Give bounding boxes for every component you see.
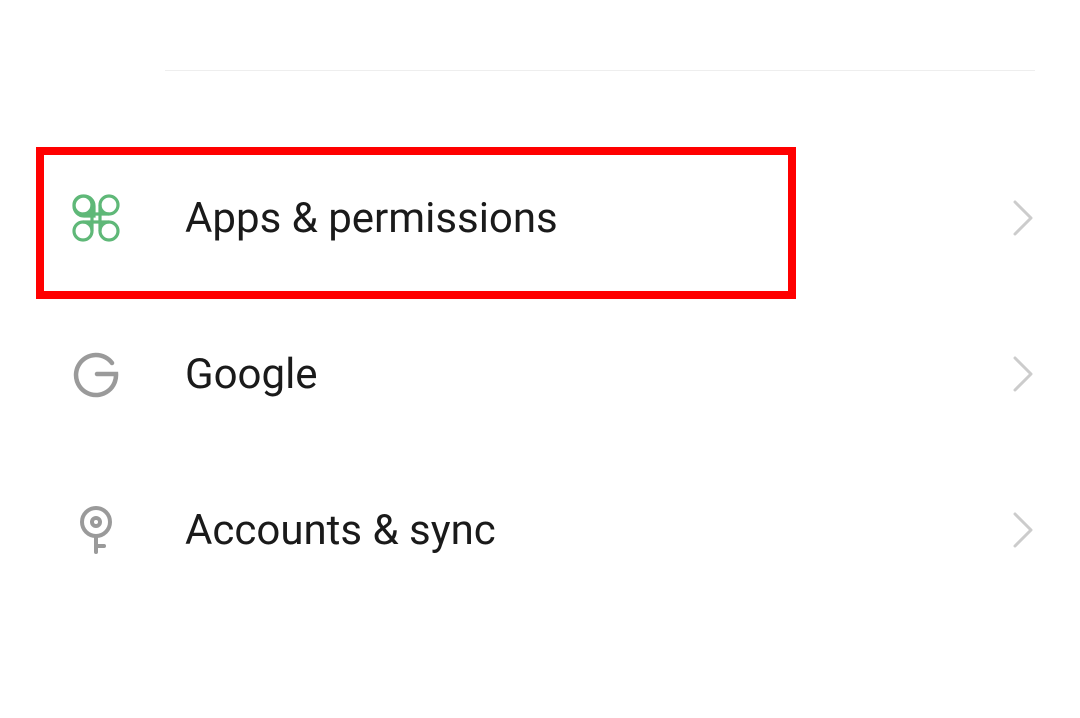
chevron-right-icon	[1011, 354, 1035, 394]
chevron-right-icon	[1011, 198, 1035, 238]
key-icon	[70, 504, 122, 556]
divider	[165, 70, 1035, 71]
settings-item-label: Accounts & sync	[185, 506, 1011, 555]
command-icon	[70, 192, 122, 244]
settings-item-apps-permissions[interactable]: Apps & permissions	[0, 140, 1080, 296]
settings-item-label: Google	[185, 350, 1011, 399]
settings-item-google[interactable]: Google	[0, 296, 1080, 452]
google-icon	[70, 348, 122, 400]
settings-list: Apps & permissions Google	[0, 140, 1080, 608]
chevron-right-icon	[1011, 510, 1035, 550]
settings-item-accounts-sync[interactable]: Accounts & sync	[0, 452, 1080, 608]
settings-item-label: Apps & permissions	[185, 194, 1011, 243]
